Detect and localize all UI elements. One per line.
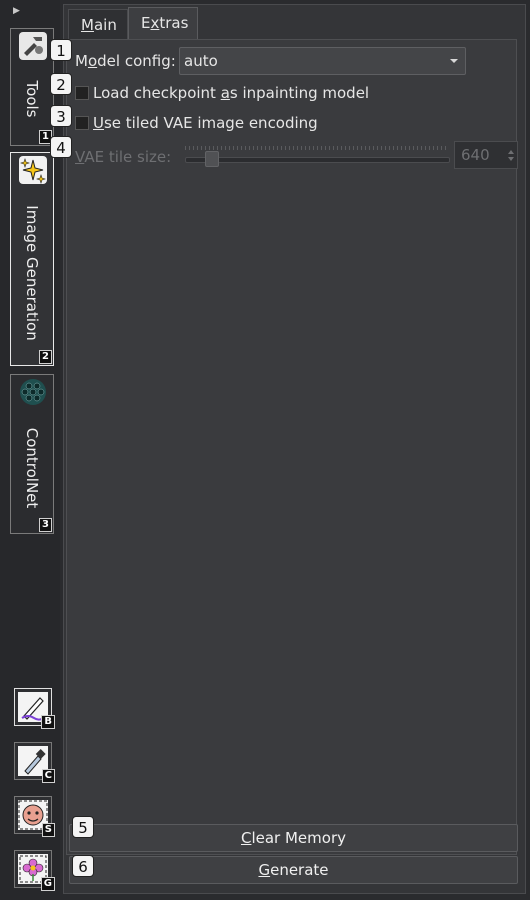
marker-6: 6 xyxy=(72,855,94,877)
dock-tab-label: Tools xyxy=(23,80,41,118)
spin-down-icon[interactable] xyxy=(508,157,514,161)
model-config-value: auto xyxy=(184,52,218,70)
marker-4: 4 xyxy=(50,136,72,158)
marker-5: 5 xyxy=(72,816,94,838)
shortcut-badge: S xyxy=(41,823,55,837)
marker-2: 2 xyxy=(50,73,72,95)
load-checkpoint-label[interactable]: Load checkpoint as inpainting model xyxy=(93,80,369,106)
shortcut-badge: G xyxy=(40,877,55,891)
left-dock: ▶ Tools 1 Image Generation 2 ControlNet … xyxy=(0,0,60,900)
generate-tool-button[interactable]: G xyxy=(14,850,55,891)
load-checkpoint-checkbox[interactable] xyxy=(75,86,89,100)
brush-tool-button[interactable]: B xyxy=(14,688,55,729)
extras-tab-content: Model config: auto Load checkpoint as in… xyxy=(66,39,518,855)
vae-tile-size-spinbox[interactable]: 640 xyxy=(454,141,518,169)
slider-ticks xyxy=(185,146,448,150)
marker-1: 1 xyxy=(50,39,72,61)
chevron-down-icon xyxy=(450,59,458,63)
tab-main[interactable]: Main xyxy=(68,9,128,39)
tiled-vae-checkbox[interactable] xyxy=(75,116,89,130)
tools-icon xyxy=(19,32,47,60)
clear-memory-button[interactable]: Clear Memory xyxy=(69,824,518,852)
dock-tab-controlnet[interactable]: ControlNet 3 xyxy=(10,374,54,534)
marker-3: 3 xyxy=(50,105,72,127)
generate-button[interactable]: Generate xyxy=(69,856,518,884)
dock-tab-image-generation[interactable]: Image Generation 2 xyxy=(10,152,54,366)
dock-tab-tools[interactable]: Tools 1 xyxy=(10,28,54,146)
slider-handle[interactable] xyxy=(205,151,219,167)
model-config-label: Model config: xyxy=(75,52,176,70)
eyedropper-tool-button[interactable]: C xyxy=(14,742,55,783)
tab-extras[interactable]: Extras xyxy=(128,7,198,40)
shortcut-badge: 3 xyxy=(39,518,52,532)
vae-tile-size-label: VAE tile size: xyxy=(75,148,172,166)
dock-tab-label: ControlNet xyxy=(23,427,41,509)
selection-tool-button[interactable]: S xyxy=(14,796,55,837)
shortcut-badge: B xyxy=(41,715,55,729)
spin-up-icon[interactable] xyxy=(508,150,514,154)
shortcut-badge: C xyxy=(41,769,55,783)
vae-tile-size-slider[interactable] xyxy=(185,157,450,163)
settings-panel: Main Extras Model config: auto Load chec… xyxy=(63,4,526,894)
tiled-vae-label[interactable]: Use tiled VAE image encoding xyxy=(93,110,318,136)
sparkles-icon xyxy=(19,156,47,184)
vae-tile-size-value: 640 xyxy=(461,146,490,164)
model-config-select[interactable]: auto xyxy=(179,47,466,75)
dock-tab-label: Image Generation xyxy=(23,205,41,341)
shortcut-badge: 2 xyxy=(39,350,52,364)
expand-arrow-icon[interactable]: ▶ xyxy=(13,6,23,16)
hexagon-grid-icon xyxy=(20,379,46,405)
